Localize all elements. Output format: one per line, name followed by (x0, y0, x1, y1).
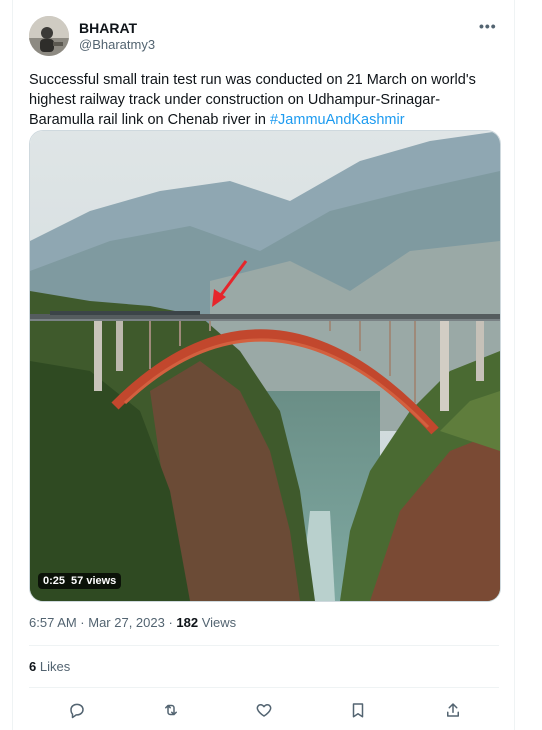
video-views: 57 views (71, 575, 117, 587)
video-thumbnail (30, 131, 500, 601)
video-info-badge: 0:25 57 views (38, 573, 122, 589)
tweet-body: Successful small train test run was cond… (29, 72, 476, 128)
left-border (0, 0, 13, 730)
author-handle[interactable]: @Bharatmy3 (79, 37, 155, 52)
tweet-text: Successful small train test run was cond… (29, 70, 499, 130)
tweet-meta: 6:57 AM · Mar 27, 2023 · 182 Views (29, 615, 236, 630)
likes-summary[interactable]: 6 Likes (29, 659, 70, 674)
meta-separator: · (164, 615, 177, 630)
author-name[interactable]: BHARAT (79, 20, 137, 36)
video-duration: 0:25 (43, 575, 66, 587)
heart-icon[interactable] (252, 698, 276, 722)
share-icon[interactable] (441, 698, 465, 722)
hashtag-link[interactable]: #JammuAndKashmir (270, 112, 405, 128)
retweet-icon[interactable] (159, 698, 183, 722)
likes-label: Likes (36, 659, 71, 674)
tweet-card: BHARAT @Bharatmy3 ••• Successful small t… (13, 0, 513, 730)
reply-icon[interactable] (65, 698, 89, 722)
views-count: 182 (176, 615, 199, 630)
views-label: Views (198, 615, 237, 630)
divider (29, 645, 499, 646)
bookmark-icon[interactable] (346, 698, 370, 722)
video-player[interactable]: 0:25 57 views (29, 130, 501, 602)
action-bar (29, 698, 499, 722)
timestamp[interactable]: 6:57 AM · Mar 27, 2023 (29, 615, 165, 630)
more-horizontal-icon[interactable]: ••• (479, 18, 497, 34)
divider (29, 687, 499, 688)
avatar[interactable] (29, 16, 69, 56)
right-border (514, 0, 542, 730)
